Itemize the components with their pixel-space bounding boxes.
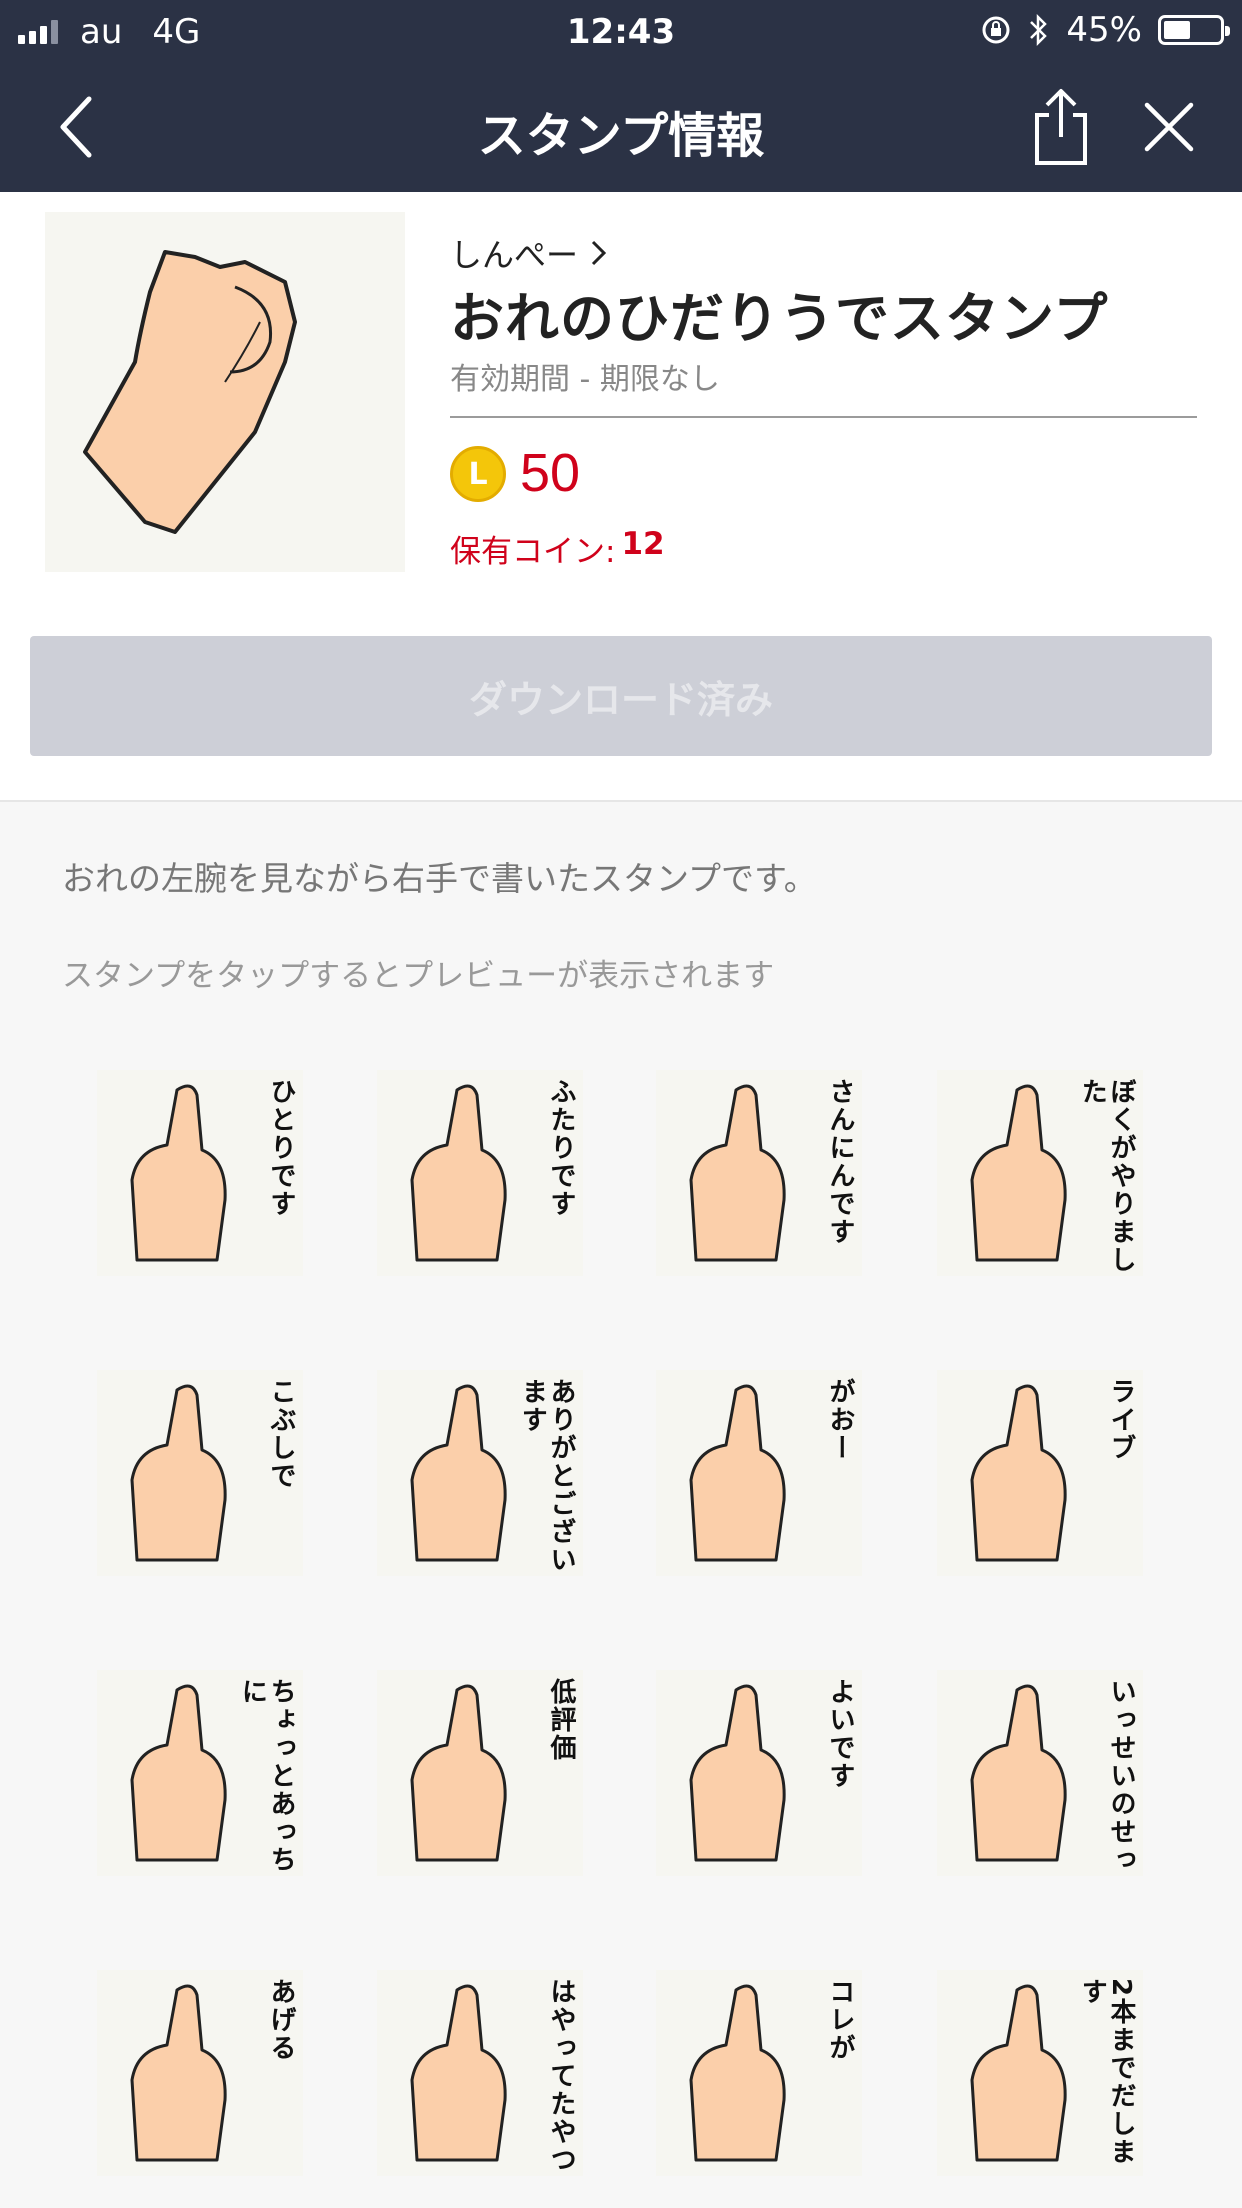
sticker-item[interactable]: コレが [656, 1970, 862, 2176]
sticker-item[interactable]: ぼくがやりました [937, 1070, 1143, 1276]
divider [450, 416, 1197, 418]
sticker-caption: はやってたやつ [546, 1978, 576, 2174]
orientation-lock-icon [982, 16, 1010, 44]
sticker-item[interactable]: ひとりです [97, 1070, 303, 1276]
sticker-item[interactable]: ふたりです [377, 1070, 583, 1276]
sticker-item[interactable]: がおー [656, 1370, 862, 1576]
download-button[interactable]: ダウンロード済み [30, 636, 1212, 756]
owned-coins: 保有コイン: 12 [450, 526, 665, 571]
sticker-info-panel: しんぺー おれのひだりうでスタンプ 有効期間 - 期限なし L 50 保有コイン… [0, 192, 1242, 802]
author-link[interactable]: しんぺー [450, 230, 608, 276]
sticker-item[interactable]: ライブ [937, 1370, 1143, 1576]
battery-icon [1158, 15, 1230, 45]
sticker-caption: ちょっとあっちに [237, 1678, 296, 1874]
sticker-caption: あげる [266, 1978, 296, 2062]
status-bar: au 4G 12:43 45% [0, 0, 1242, 62]
sticker-caption: いっせいのせっ [1106, 1678, 1136, 1874]
preview-hint: スタンプをタップするとプレビューが表示されます [62, 958, 775, 994]
sticker-item[interactable]: よいです [656, 1670, 862, 1876]
sticker-caption: ぼくがやりました [1077, 1078, 1136, 1274]
sticker-caption: ありがとございます [517, 1378, 576, 1574]
sticker-caption: コレが [825, 1978, 855, 2062]
price-value: 50 [520, 443, 581, 503]
sticker-caption: さんにんです [825, 1078, 855, 1246]
sticker-caption: がおー [825, 1378, 855, 1462]
sticker-item[interactable]: いっせいのせっ [937, 1670, 1143, 1876]
sticker-item[interactable]: あげる [97, 1970, 303, 2176]
close-button[interactable] [1134, 92, 1204, 162]
coin-icon: L [450, 446, 506, 502]
sticker-title: おれのひだりうでスタンプ [450, 287, 1109, 350]
sticker-caption: こぶしで [266, 1378, 296, 1490]
validity-text: 有効期間 - 期限なし [450, 362, 720, 397]
bluetooth-icon [1030, 13, 1048, 47]
chevron-right-icon [591, 240, 607, 266]
sticker-item[interactable]: こぶしで [97, 1370, 303, 1576]
share-icon [1035, 89, 1087, 165]
battery-percent: 45% [1066, 10, 1142, 50]
section-divider [0, 800, 1242, 802]
sticker-item[interactable]: ありがとございます [377, 1370, 583, 1576]
sticker-item[interactable]: はやってたやつ [377, 1970, 583, 2176]
main-sticker-image [45, 212, 405, 572]
sticker-caption: ふたりです [546, 1078, 576, 1218]
sticker-item[interactable]: 2本までだします [937, 1970, 1143, 2176]
sticker-caption: よいです [825, 1678, 855, 1790]
nav-bar: スタンプ情報 [0, 62, 1242, 192]
sticker-item[interactable]: 低評価 [377, 1670, 583, 1876]
sticker-grid: ひとりです ふたりです さんにんです ぼくがやりましたこぶしで ありがとございます がおー… [0, 1068, 1242, 2208]
sticker-item[interactable]: さんにんです [656, 1070, 862, 1276]
sticker-caption: ひとりです [266, 1078, 296, 1218]
sticker-caption: 低評価 [546, 1678, 576, 1762]
sticker-caption: ライブ [1106, 1378, 1136, 1462]
close-icon [1144, 102, 1194, 152]
share-button[interactable] [1026, 89, 1096, 165]
owned-coins-label: 保有コイン: [450, 534, 616, 570]
sticker-caption: 2本までだします [1077, 1978, 1136, 2167]
sticker-item[interactable]: ちょっとあっちに [97, 1670, 303, 1876]
fist-illustration [83, 250, 297, 534]
description-text: おれの左腕を見ながら右手で書いたスタンプです。 [62, 859, 817, 898]
author-name: しんぺー [450, 236, 579, 274]
owned-coins-value: 12 [621, 526, 665, 562]
